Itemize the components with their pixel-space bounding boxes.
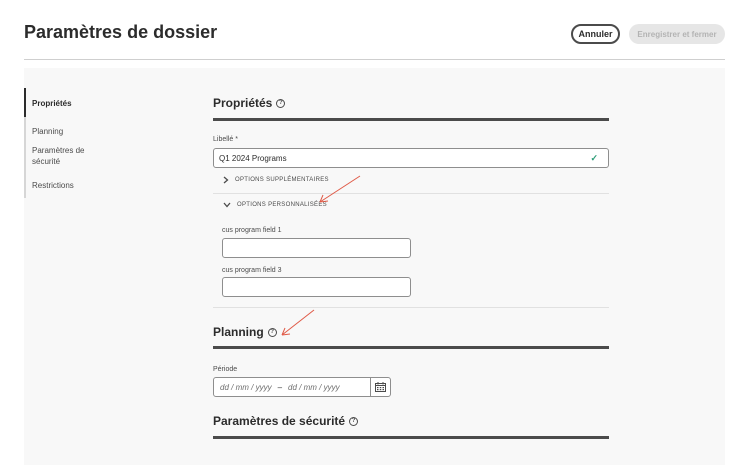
label-field-label: Libellé * xyxy=(213,136,238,143)
page-title: Paramètres de dossier xyxy=(24,22,218,42)
custom-field-3-input[interactable] xyxy=(222,277,411,297)
custom-field-1-label: cus program field 1 xyxy=(222,227,282,234)
planning-section-rule xyxy=(213,346,609,349)
properties-section-rule xyxy=(213,118,609,121)
properties-title-text: Propriétés xyxy=(213,96,273,110)
save-and-close-button[interactable]: Enregistrer et fermer xyxy=(629,24,725,44)
properties-section-title: Propriétés ? xyxy=(213,96,286,110)
help-icon[interactable]: ? xyxy=(267,327,277,337)
label-input-value: Q1 2024 Programs xyxy=(219,153,287,163)
label-field-text: Libellé xyxy=(213,136,234,143)
date-separator: – xyxy=(277,382,283,392)
chevron-down-icon xyxy=(223,202,231,208)
header-divider xyxy=(24,59,725,60)
custom-options-divider xyxy=(213,307,609,308)
planning-section-title: Planning ? xyxy=(213,325,277,339)
label-input[interactable]: Q1 2024 Programs ✓ xyxy=(213,148,609,168)
cancel-button[interactable]: Annuler xyxy=(571,24,620,44)
custom-options-label: OPTIONS PERSONNALISÉES xyxy=(237,202,327,208)
custom-options-toggle[interactable]: OPTIONS PERSONNALISÉES xyxy=(213,193,609,217)
planning-title-text: Planning xyxy=(213,325,264,339)
nav-item-planning[interactable]: Planning xyxy=(24,126,134,137)
additional-options-toggle[interactable]: OPTIONS SUPPLÉMENTAIRES xyxy=(213,168,609,192)
calendar-button[interactable] xyxy=(370,378,390,396)
start-date-placeholder[interactable]: dd / mm / yyyy xyxy=(214,383,272,392)
period-date-range-input[interactable]: dd / mm / yyyy – dd / mm / yyyy xyxy=(213,377,391,397)
additional-options-label: OPTIONS SUPPLÉMENTAIRES xyxy=(235,177,329,183)
nav-item-security[interactable]: Paramètres de sécurité xyxy=(24,145,94,167)
help-icon[interactable]: ? xyxy=(276,98,286,108)
page-header: Paramètres de dossier Annuler Enregistre… xyxy=(0,0,750,60)
nav-item-restrictions[interactable]: Restrictions xyxy=(24,180,134,191)
security-section-title: Paramètres de sécurité ? xyxy=(213,414,359,428)
calendar-icon xyxy=(375,382,386,392)
period-label: Période xyxy=(213,366,238,373)
end-date-placeholder[interactable]: dd / mm / yyyy xyxy=(288,383,340,392)
required-asterisk: * xyxy=(235,136,238,143)
checkmark-icon: ✓ xyxy=(590,153,598,163)
security-section-rule xyxy=(213,436,609,439)
custom-field-3-label: cus program field 3 xyxy=(222,267,282,274)
custom-field-1-input[interactable] xyxy=(222,238,411,258)
security-title-text: Paramètres de sécurité xyxy=(213,414,346,428)
help-icon[interactable]: ? xyxy=(349,416,359,426)
nav-item-properties[interactable]: Propriétés xyxy=(24,98,134,109)
chevron-right-icon xyxy=(223,176,229,184)
